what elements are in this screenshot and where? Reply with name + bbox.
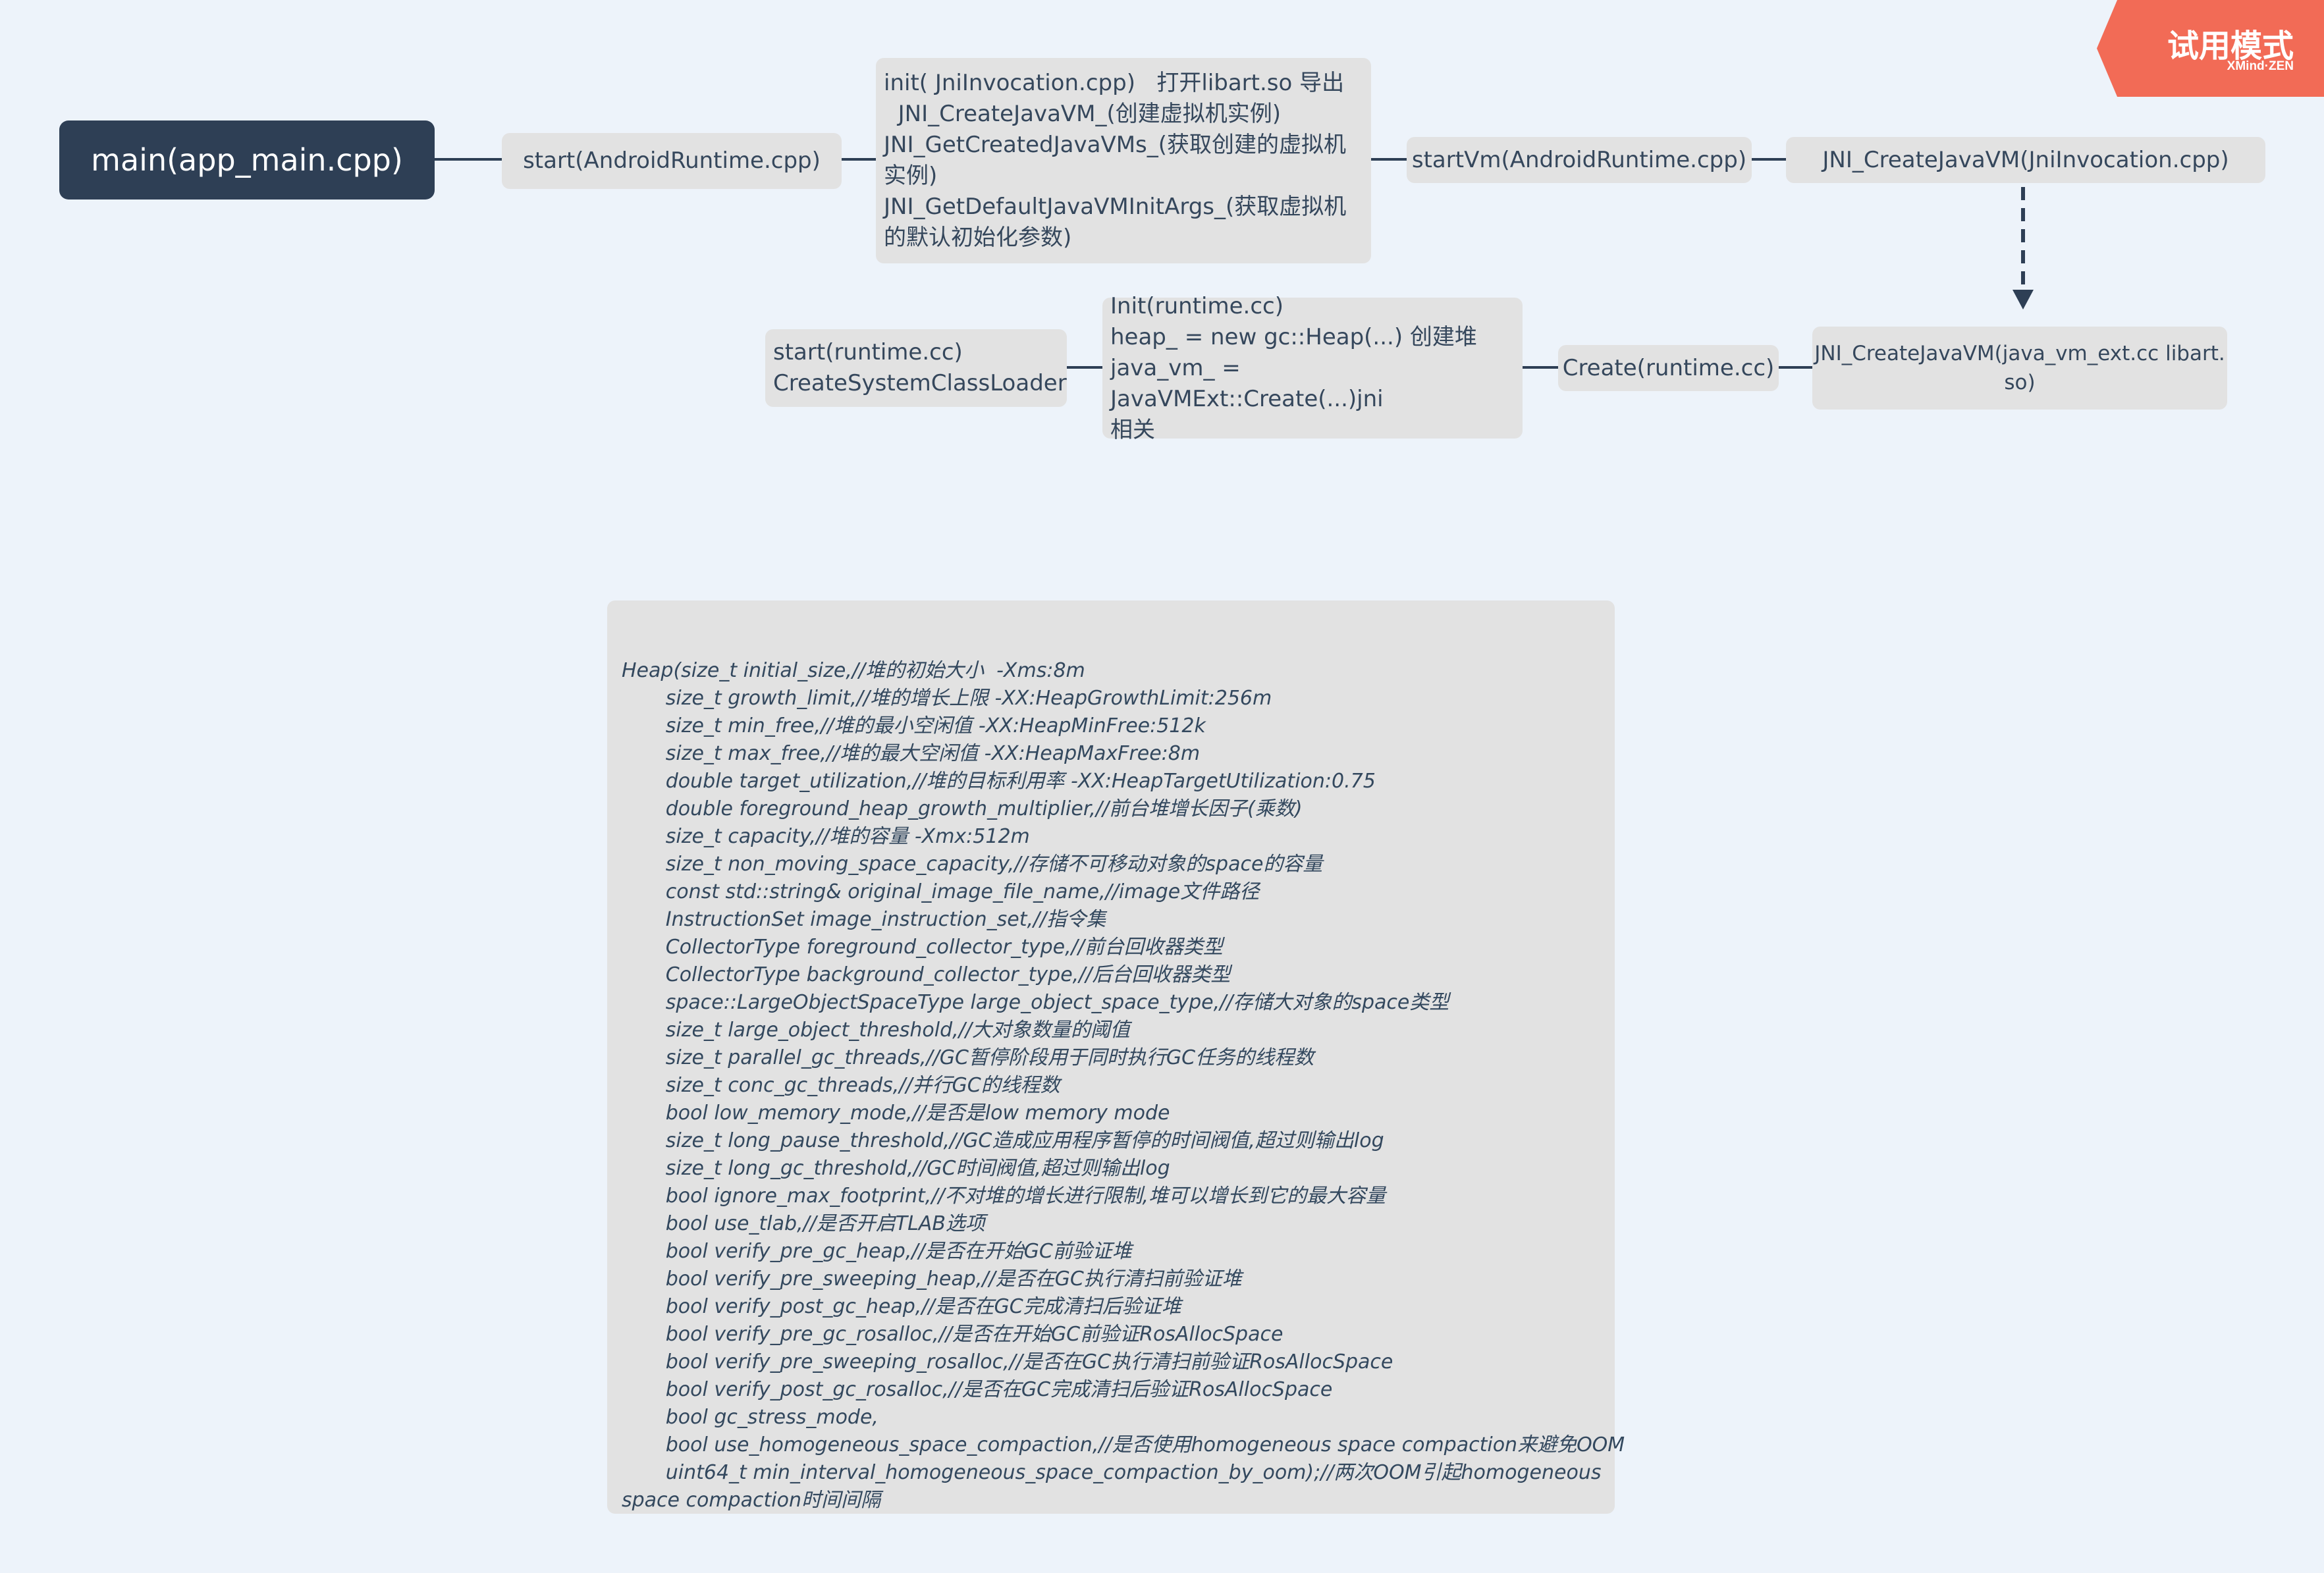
- heap-constructor-note[interactable]: Heap(size_t initial_size,//堆的初始大小 -Xms:8…: [607, 600, 1625, 1514]
- mind-map-canvas: main(app_main.cpp) start(AndroidRuntime.…: [0, 0, 2324, 1573]
- node-init-jni-invocation-label: init( JniInvocation.cpp) 打开libart.so 导出 …: [884, 70, 1347, 251]
- node-start-android-runtime-label: start(AndroidRuntime.cpp): [523, 147, 821, 174]
- node-start-runtime[interactable]: start(runtime.cc) CreateSystemClassLoade…: [765, 329, 1067, 407]
- node-main-label: main(app_main.cpp): [91, 142, 403, 178]
- node-init-runtime[interactable]: Init(runtime.cc) heap_ = new gc::Heap(..…: [1102, 293, 1523, 443]
- node-jni-create-java-vm-ext-label: JNI_CreateJavaVM(java_vm_ext.cc libart. …: [1814, 342, 2225, 394]
- node-jni-create-java-vm-invocation-label: JNI_CreateJavaVM(JniInvocation.cpp): [1822, 146, 2229, 173]
- xmind-zen-logo: XMind·ZEN: [2227, 59, 2294, 73]
- node-start-runtime-label: start(runtime.cc) CreateSystemClassLoade…: [773, 339, 1067, 396]
- node-start-vm-label: startVm(AndroidRuntime.cpp): [1411, 146, 1747, 173]
- node-jni-create-java-vm-ext[interactable]: JNI_CreateJavaVM(java_vm_ext.cc libart. …: [1812, 327, 2227, 410]
- node-start-vm[interactable]: startVm(AndroidRuntime.cpp): [1407, 137, 1752, 183]
- node-start-android-runtime[interactable]: start(AndroidRuntime.cpp): [502, 133, 842, 189]
- node-init-runtime-label: Init(runtime.cc) heap_ = new gc::Heap(..…: [1110, 292, 1477, 443]
- dashed-arrow-head: [2013, 290, 2034, 309]
- node-main[interactable]: main(app_main.cpp): [59, 120, 435, 200]
- node-init-jni-invocation[interactable]: init( JniInvocation.cpp) 打开libart.so 导出 …: [876, 58, 1371, 263]
- heap-constructor-note-text: Heap(size_t initial_size,//堆的初始大小 -Xms:8…: [622, 659, 1625, 1512]
- node-jni-create-java-vm-invocation[interactable]: JNI_CreateJavaVM(JniInvocation.cpp): [1786, 137, 2265, 183]
- node-create-runtime-label: Create(runtime.cc): [1562, 354, 1775, 381]
- node-create-runtime[interactable]: Create(runtime.cc): [1558, 345, 1779, 391]
